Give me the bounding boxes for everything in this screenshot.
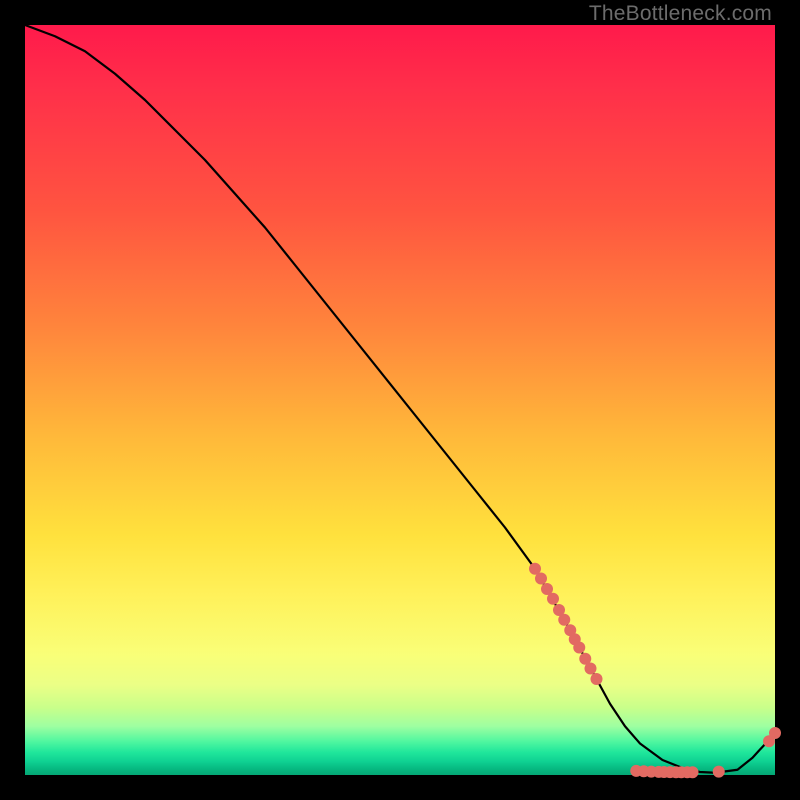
bottleneck-curve xyxy=(25,25,775,773)
attribution-label: TheBottleneck.com xyxy=(589,2,772,26)
highlighted-point xyxy=(769,727,781,739)
highlighted-point xyxy=(591,673,603,685)
highlighted-point xyxy=(535,573,547,585)
highlighted-point xyxy=(713,766,725,778)
highlighted-points-group xyxy=(529,563,781,779)
highlighted-point xyxy=(585,663,597,675)
chart-overlay xyxy=(25,25,775,775)
highlighted-point xyxy=(573,642,585,654)
highlighted-point xyxy=(558,614,570,626)
chart-container: TheBottleneck.com xyxy=(0,0,800,800)
highlighted-point xyxy=(687,766,699,778)
highlighted-point xyxy=(547,593,559,605)
